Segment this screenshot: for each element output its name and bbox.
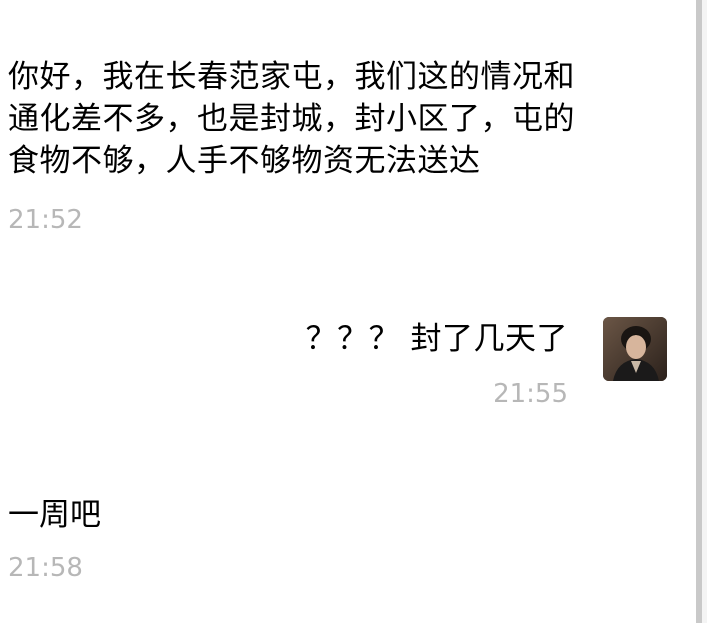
outgoing-message-text[interactable]: ？？？ 封了几天了 [306,318,568,360]
scrollbar-thumb[interactable] [696,0,702,623]
message-timestamp: 21:52 [8,205,83,235]
scrollbar[interactable] [696,0,707,623]
message-timestamp: 21:55 [493,379,568,409]
chat-message-list[interactable]: 你好，我在长春范家屯，我们这的情况和通化差不多，也是封城，封小区了，屯的食物不够… [0,0,696,623]
avatar[interactable] [603,317,667,381]
incoming-message-text[interactable]: 你好，我在长春范家屯，我们这的情况和通化差不多，也是封城，封小区了，屯的食物不够… [8,56,598,182]
incoming-message-text[interactable]: 一周吧 [8,494,101,536]
user-avatar-photo-icon [603,317,667,381]
message-timestamp: 21:58 [8,553,83,583]
